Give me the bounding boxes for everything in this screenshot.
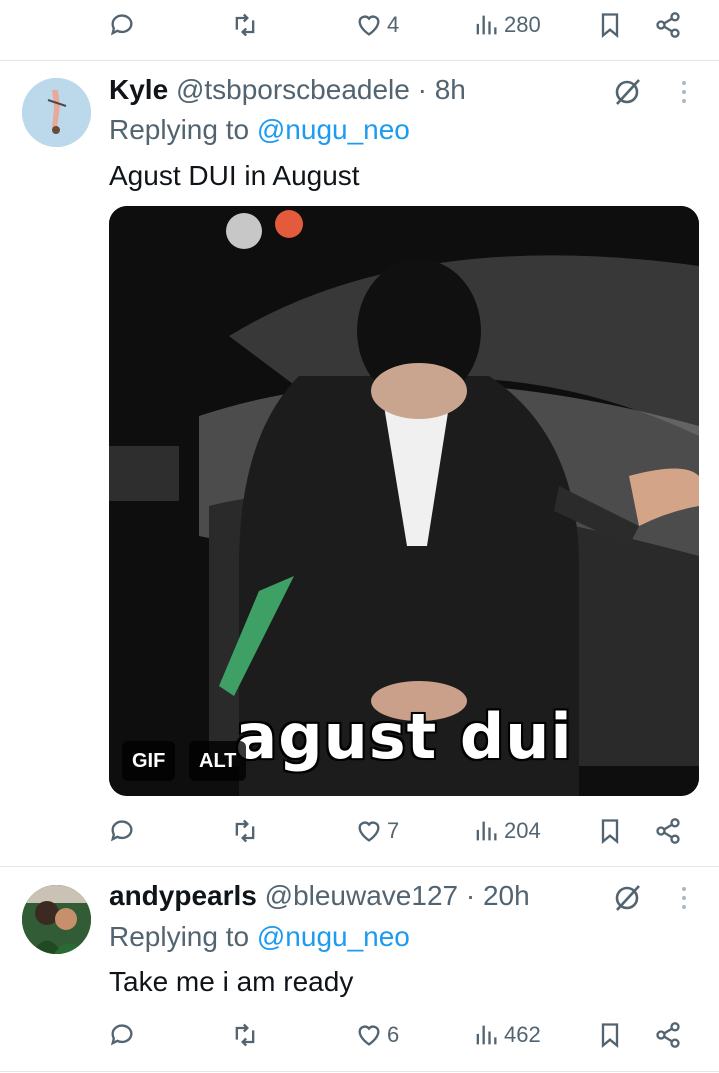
tweet-header: andypearls @bleuwave127 · 20h: [109, 880, 530, 912]
heart-icon: [358, 15, 380, 36]
views-button[interactable]: 462: [472, 1010, 541, 1060]
bookmark-button[interactable]: [596, 1010, 624, 1060]
like-button[interactable]: 7: [355, 806, 399, 856]
handle[interactable]: @tsbporscbeadele: [176, 74, 410, 105]
bookmark-icon: [601, 819, 619, 844]
avatar-image: [22, 885, 91, 954]
divider: [0, 60, 719, 61]
share-icon: [656, 1022, 680, 1048]
divider: [0, 866, 719, 867]
tweet-text: Take me i am ready: [109, 966, 354, 997]
retweet-icon: [235, 819, 255, 843]
share-icon: [656, 12, 680, 38]
views-button[interactable]: 204: [472, 806, 541, 856]
alt-badge[interactable]: ALT: [189, 741, 247, 781]
views-count: 462: [504, 1022, 541, 1047]
more-icon[interactable]: [672, 883, 696, 913]
share-button[interactable]: [654, 806, 682, 856]
like-button[interactable]: 4: [355, 0, 399, 50]
reply-button[interactable]: [108, 1010, 136, 1060]
retweet-icon: [235, 13, 255, 37]
replying-to: Replying to @nugu_neo: [109, 921, 410, 953]
tweet-actions: 6 462: [0, 1010, 719, 1060]
heart-icon: [358, 1025, 380, 1046]
views-icon: [476, 15, 497, 35]
retweet-button[interactable]: [231, 1010, 259, 1060]
reply-icon: [110, 14, 133, 36]
reply-button[interactable]: [108, 0, 136, 50]
like-count: 4: [387, 12, 400, 37]
share-icon: [656, 818, 680, 844]
reply-button[interactable]: [108, 806, 136, 856]
display-name[interactable]: Kyle: [109, 74, 168, 105]
views-count: 280: [504, 12, 541, 37]
grok-icon[interactable]: [612, 77, 642, 107]
replying-prefix: Replying to: [109, 921, 250, 952]
tweet-actions: 7 204: [0, 806, 719, 856]
tweet-header: Kyle @tsbporscbeadele · 8h: [109, 74, 466, 106]
views-icon: [476, 821, 497, 841]
bookmark-button[interactable]: [596, 806, 624, 856]
tweet-text: Agust DUI in August: [109, 160, 360, 191]
reply-icon: [110, 1024, 133, 1046]
timestamp[interactable]: · 8h: [418, 74, 466, 105]
reply-icon: [110, 820, 133, 842]
avatar[interactable]: [22, 78, 91, 147]
views-icon: [476, 1025, 497, 1045]
retweet-button[interactable]: [231, 806, 259, 856]
like-button[interactable]: 6: [355, 1010, 399, 1060]
retweet-icon: [235, 1023, 255, 1047]
divider: [0, 1071, 719, 1072]
heart-icon: [358, 821, 380, 842]
share-button[interactable]: [654, 0, 682, 50]
replying-to: Replying to @nugu_neo: [109, 114, 410, 146]
display-name[interactable]: andypearls: [109, 880, 257, 911]
share-button[interactable]: [654, 1010, 682, 1060]
like-count: 7: [387, 818, 400, 843]
top-action-row: 4 280: [0, 0, 719, 50]
like-count: 6: [387, 1022, 400, 1047]
avatar[interactable]: [22, 885, 91, 954]
mention-link[interactable]: @nugu_neo: [257, 921, 410, 952]
retweet-button[interactable]: [231, 0, 259, 50]
more-icon[interactable]: [672, 77, 696, 107]
bookmark-button[interactable]: [596, 0, 624, 50]
avatar-image: [22, 78, 91, 147]
gif-badge: GIF: [122, 741, 176, 781]
handle[interactable]: @bleuwave127: [265, 880, 458, 911]
bookmark-icon: [601, 1023, 619, 1048]
replying-prefix: Replying to: [109, 114, 250, 145]
bookmark-icon: [601, 13, 619, 38]
mention-link[interactable]: @nugu_neo: [257, 114, 410, 145]
timestamp[interactable]: · 20h: [466, 880, 530, 911]
views-count: 204: [504, 818, 541, 843]
grok-icon[interactable]: [612, 883, 642, 913]
gif-media[interactable]: agust dui GIF ALT: [109, 206, 699, 796]
views-button[interactable]: 280: [472, 0, 541, 50]
